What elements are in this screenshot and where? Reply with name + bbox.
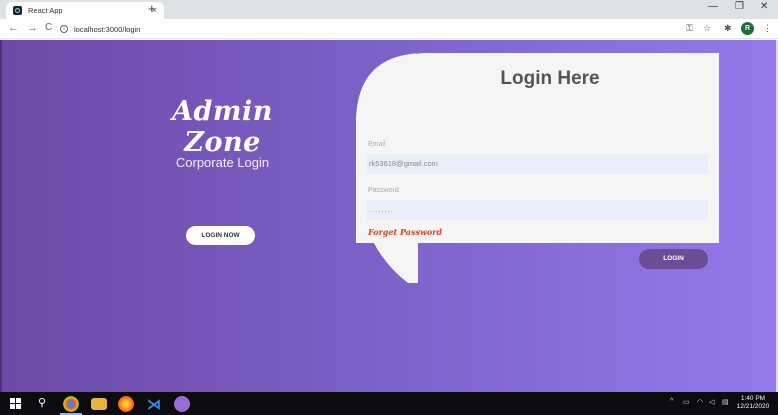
- profile-avatar[interactable]: R: [741, 22, 754, 35]
- url-text: localhost:3000/login: [74, 24, 141, 34]
- forward-icon[interactable]: →: [27, 22, 38, 34]
- battery-icon[interactable]: ▭: [683, 398, 690, 406]
- tab-title: React App: [28, 6, 63, 15]
- login-now-button[interactable]: LOGIN NOW: [186, 226, 255, 245]
- tab-strip: React App × + — ❐ ✕: [0, 0, 778, 19]
- browser-toolbar: ← → C i localhost:3000/login ⚿ ☆ ✱ R ⋮: [0, 19, 778, 39]
- hero-title: Admin Zone: [172, 96, 273, 158]
- file-explorer-icon[interactable]: [91, 398, 107, 410]
- vscode-icon[interactable]: ⋊: [146, 396, 162, 412]
- windows-start-icon[interactable]: [10, 398, 21, 409]
- firefox-icon[interactable]: [118, 396, 134, 412]
- email-label: Email: [368, 141, 386, 148]
- page-edge-left: [0, 40, 2, 392]
- notification-icon[interactable]: ▤: [722, 398, 729, 406]
- email-field[interactable]: rk53618@gmail.com: [367, 154, 708, 174]
- hero-subtitle: Corporate Login: [175, 155, 270, 170]
- login-title: Login Here: [500, 68, 600, 89]
- chrome-icon[interactable]: [63, 396, 79, 412]
- address-bar[interactable]: i localhost:3000/login: [60, 21, 680, 37]
- tray-chevron-icon[interactable]: ^: [670, 398, 673, 405]
- screen: React App × + — ❐ ✕ ← → C i localhost:30…: [0, 0, 778, 415]
- system-clock[interactable]: 1:40 PM 12/21/2020: [735, 395, 771, 411]
- back-icon[interactable]: ←: [8, 22, 19, 34]
- password-field[interactable]: ........: [367, 200, 708, 220]
- new-tab-icon[interactable]: +: [148, 1, 156, 16]
- wifi-icon[interactable]: ◠: [697, 398, 703, 406]
- key-icon[interactable]: ⚿: [686, 23, 693, 34]
- extensions-icon[interactable]: ✱: [724, 23, 732, 34]
- star-icon[interactable]: ☆: [703, 23, 711, 34]
- menu-icon[interactable]: ⋮: [763, 23, 772, 34]
- forgot-password-link[interactable]: Forget Password: [368, 227, 442, 237]
- browser-tab[interactable]: React App ×: [6, 2, 164, 19]
- password-label: Password: [368, 187, 399, 194]
- close-window-icon[interactable]: ✕: [760, 1, 768, 12]
- app-icon[interactable]: [174, 396, 190, 412]
- react-favicon-icon: [13, 6, 22, 15]
- restore-icon[interactable]: ❐: [735, 1, 744, 12]
- windows-taskbar: ⚲ ⋊ ^ ▭ ◠ ◁ ▤ 1:40 PM 12/21/2020: [0, 392, 778, 415]
- login-button[interactable]: LOGIN: [639, 249, 708, 269]
- reload-icon[interactable]: C: [45, 22, 52, 33]
- minimize-icon[interactable]: —: [708, 1, 718, 12]
- clock-date: 12/21/2020: [736, 403, 770, 410]
- volume-icon[interactable]: ◁: [709, 398, 714, 406]
- search-icon[interactable]: ⚲: [38, 396, 46, 409]
- site-info-icon[interactable]: i: [60, 25, 68, 33]
- clock-time: 1:40 PM: [740, 395, 766, 402]
